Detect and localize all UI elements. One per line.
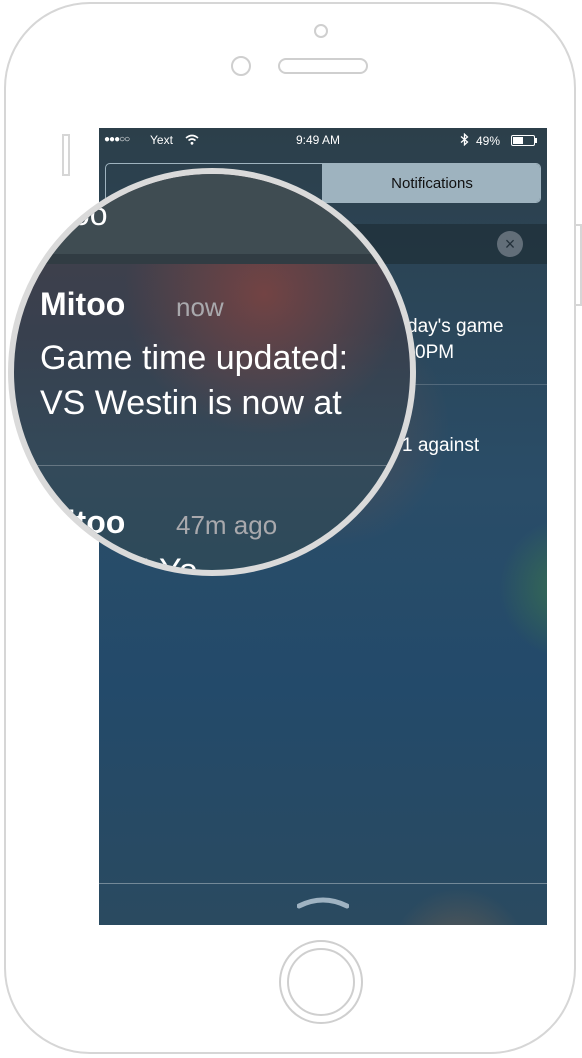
front-camera: [314, 24, 328, 38]
bluetooth-icon: [460, 133, 469, 146]
magnified-notification-line1: Game time updated:: [40, 339, 349, 377]
battery-icon: [511, 135, 537, 146]
notification-fragment-line1: day's game: [407, 316, 504, 337]
grabber-handle-icon[interactable]: [297, 896, 349, 910]
magnified-notification-app: Mitoo: [40, 286, 126, 322]
magnified-notification2-app: Mitoo: [40, 504, 126, 540]
magnified-notification2-time: 47m ago: [176, 510, 278, 540]
notification-fragment-line2: 0PM: [415, 342, 455, 363]
carrier-name: Yext: [150, 133, 173, 147]
signal-strength: ●●●○○: [104, 134, 130, 145]
magnified-notification-line2: VS Westin is now at: [40, 384, 342, 422]
status-bar: ●●●○○ Yext 9:49 AM 49%: [99, 128, 547, 150]
magnified-app-name: itoo: [56, 196, 108, 232]
bottom-divider: [99, 883, 547, 884]
wifi-icon: [185, 134, 199, 145]
home-button[interactable]: [279, 940, 363, 1024]
proximity-sensor: [231, 56, 251, 76]
notification-fragment-line3: 1 against: [402, 435, 480, 456]
power-button: [574, 224, 582, 306]
silent-switch: [62, 134, 70, 176]
magnified-header-shadow: [14, 254, 410, 264]
clear-notifications-button[interactable]: ×: [497, 231, 523, 257]
magnified-notification-time: now: [176, 292, 224, 322]
magnified-divider: [14, 465, 410, 466]
clock: 9:49 AM: [296, 133, 341, 147]
battery-fill: [513, 137, 523, 144]
battery-percent: 49%: [476, 134, 501, 148]
magnifier-callout: itoo Mitoo now Game time updated: VS Wes…: [8, 168, 416, 576]
earpiece-speaker: [278, 58, 368, 74]
